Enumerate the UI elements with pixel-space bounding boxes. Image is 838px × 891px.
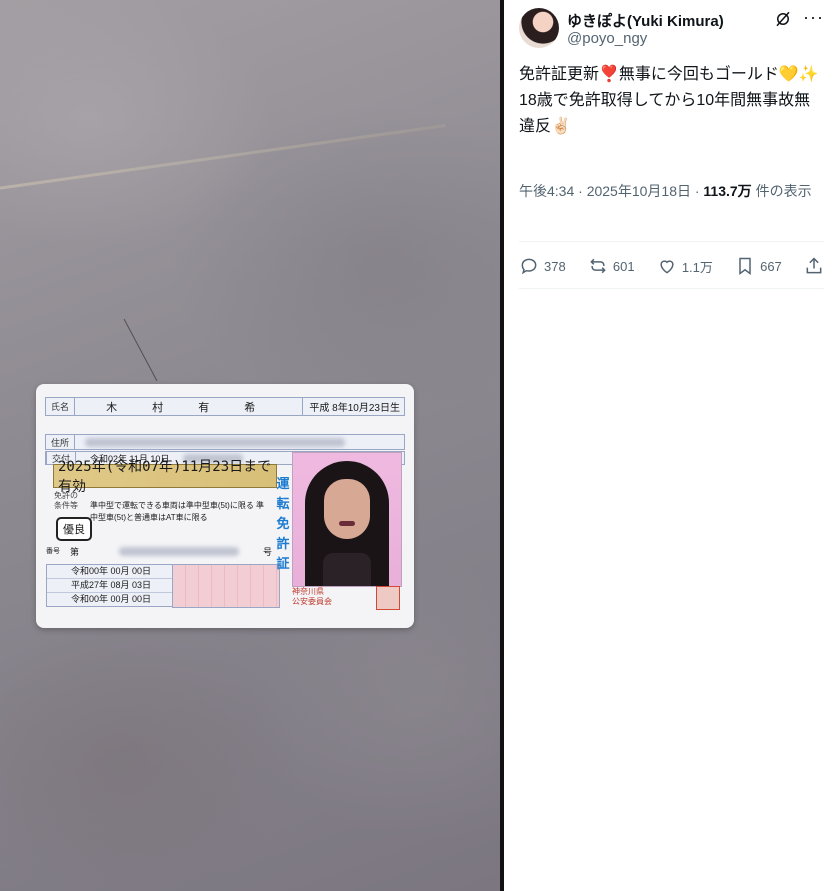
official-seal-icon [376, 586, 400, 610]
avatar[interactable] [519, 8, 559, 48]
display-name[interactable]: ゆきぽよ(Yuki Kimura) [567, 10, 724, 31]
license-issuer: 神奈川県 公安委員会 [292, 587, 332, 607]
repost-count: 601 [612, 258, 635, 274]
view-count-label: 件の表示 [751, 183, 812, 199]
ground-crack-thin [123, 318, 158, 382]
license-number-prefix: 第 [70, 546, 80, 557]
blurred-license-number [119, 546, 240, 556]
license-vertical-title: 運転免許証 [276, 476, 290, 571]
divider [519, 288, 824, 289]
license-date: 平成27年 08月 03日 [47, 579, 173, 593]
ground-crack [0, 123, 446, 191]
reply-button[interactable]: 378 [519, 256, 566, 276]
bookmark-button[interactable]: 667 [735, 256, 782, 276]
tweet-actions: 378 601 1.1万 667 [519, 252, 824, 280]
like-count: 1.1万 [681, 259, 713, 275]
bookmark-count: 667 [760, 258, 782, 274]
tweet-header: ゆきぽよ(Yuki Kimura) @poyo_ngy ··· [519, 8, 824, 50]
license-commission: 公安委員会 [292, 597, 332, 606]
license-excellent-driver-badge: 優良 [56, 517, 92, 541]
tweet-text-line: 免許証更新❣️無事に今回もゴールド💛✨ [519, 66, 819, 83]
user-handle[interactable]: @poyo_ngy [567, 30, 647, 47]
divider [519, 241, 824, 242]
license-date: 令和00年 00月 00日 [71, 594, 152, 604]
tweet-text: 免許証更新❣️無事に今回もゴールド💛✨ 18歳で免許取得してから10年間無事故無… [519, 62, 824, 140]
license-date-list: 令和00年 00月 00日 平成27年 08月 03日 令和00年 00月 00… [46, 564, 174, 607]
like-button[interactable]: 1.1万 [657, 256, 713, 276]
repost-button[interactable]: 601 [588, 256, 635, 276]
tweet-meta: 午後4:34 · 2025年10月18日 · 113.7万 件の表示 [519, 180, 824, 202]
license-address-row: 住所 [45, 434, 405, 450]
license-number-row: 番号 第 号 [46, 544, 278, 558]
heart-icon [660, 260, 674, 274]
license-number-label: 番号 [46, 548, 60, 555]
share-button[interactable] [804, 256, 824, 276]
drivers-license-card: 氏名 木 村 有 希 平成 8年10月23日生 住所 交付 令和02年 11月 … [36, 384, 414, 628]
license-name-row: 氏名 木 村 有 希 平成 8年10月23日生 [45, 397, 405, 416]
license-category-grid [172, 564, 280, 608]
share-icon [806, 257, 822, 274]
license-address-label: 住所 [46, 435, 76, 449]
license-expiry: 2025年(令和07年)11月23日まで有効 [53, 459, 277, 495]
license-name: 木 村 有 希 [106, 401, 272, 414]
reply-icon [521, 258, 537, 275]
tweet-text-line: 18歳で免許取得してから10年間無事故無違反✌🏻 [519, 92, 811, 135]
license-prefecture: 神奈川県 [292, 587, 324, 596]
view-count: 113.7万 [703, 183, 752, 199]
tweet-timestamp[interactable]: 午後4:34 · 2025年10月18日 · [519, 183, 703, 199]
grok-icon[interactable] [774, 10, 792, 28]
license-date: 令和00年 00月 00日 [47, 565, 173, 579]
license-conditions: 準中型で運転できる車両は準中型車(5t)に限る 準中型車(5t)と普通車はAT車… [90, 501, 265, 522]
bookmark-icon [739, 257, 751, 275]
blurred-address [85, 437, 346, 447]
repost-icon [590, 258, 606, 274]
license-name-label: 氏名 [46, 398, 76, 415]
license-portrait [292, 452, 402, 587]
license-conditions-label: 免許の条件等 [54, 491, 78, 510]
license-birthdate: 平成 8年10月23日生 [302, 398, 404, 415]
tweet-panel: ゆきぽよ(Yuki Kimura) @poyo_ngy ··· 免許証更新❣️無… [504, 0, 838, 891]
reply-count: 378 [544, 258, 566, 274]
tweet-photo[interactable]: 氏名 木 村 有 希 平成 8年10月23日生 住所 交付 令和02年 11月 … [0, 0, 500, 891]
more-options-icon[interactable]: ··· [803, 8, 824, 26]
